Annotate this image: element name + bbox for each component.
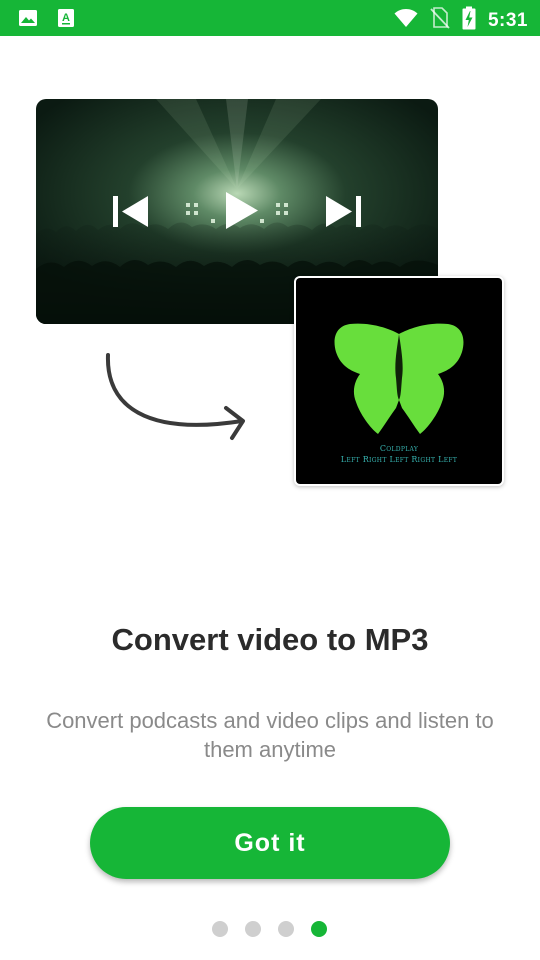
- album-art: Coldplay Left Right Left Right Left: [294, 276, 504, 486]
- got-it-button[interactable]: Got it: [90, 807, 450, 879]
- page-dot: [212, 921, 228, 937]
- curved-arrow-icon: [105, 353, 245, 440]
- page-dot-active: [311, 921, 327, 937]
- page-dot: [245, 921, 261, 937]
- a-notification-icon: A: [56, 8, 76, 28]
- album-artist: Coldplay: [379, 444, 419, 453]
- status-time: 5:31: [487, 9, 528, 31]
- svg-text:A: A: [62, 12, 70, 24]
- image-icon: [18, 8, 38, 28]
- wifi-icon: [394, 8, 418, 33]
- battery-charging-icon: [462, 6, 476, 35]
- onboarding-screen: A 5:31 Coldplay Left Right Left Right Le…: [0, 0, 540, 960]
- butterfly-artwork: [334, 323, 464, 434]
- status-bar: A 5:31: [0, 0, 540, 36]
- page-indicator: [212, 921, 327, 937]
- no-sim-icon: [430, 7, 450, 34]
- album-title: Left Right Left Right Left: [340, 455, 458, 464]
- page-description: Convert podcasts and video clips and lis…: [46, 708, 494, 762]
- page-dot: [278, 921, 294, 937]
- page-title: Convert video to MP3: [111, 622, 429, 657]
